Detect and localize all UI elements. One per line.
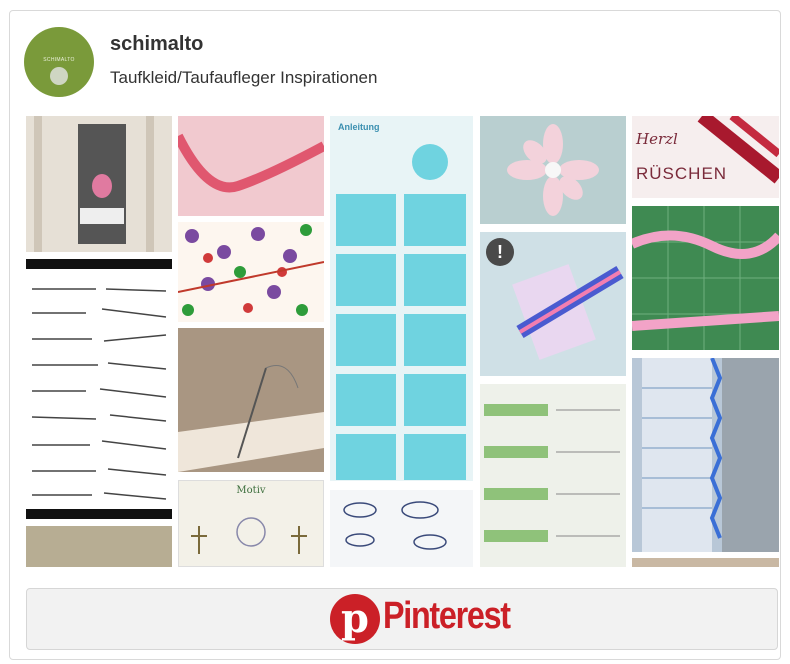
alert-icon[interactable]: ! — [486, 238, 514, 266]
pin-herzl-ruschen[interactable]: Herzl RÜSCHEN — [632, 116, 779, 198]
pin-baptism-pattern[interactable]: Motiv — [178, 480, 324, 567]
pin-green-lace[interactable] — [480, 384, 626, 567]
pin-bottom-edge[interactable] — [632, 558, 779, 567]
pin-polka-fabric[interactable] — [178, 222, 324, 322]
pin-rickrack-trim[interactable]: ! — [480, 232, 626, 376]
pin-polka-fabric-image — [178, 224, 324, 316]
pinterest-brand: Pinterest — [383, 595, 511, 637]
pinterest-follow-button[interactable]: p Pinterest — [26, 588, 778, 650]
pin-satin-flower-image — [507, 124, 599, 216]
pin-lace-needle-image — [178, 328, 324, 472]
pin-herzl-ruschen-image — [697, 116, 779, 184]
pin-pattern-sheet[interactable] — [26, 259, 172, 519]
pin-sewing-machine[interactable] — [632, 358, 779, 552]
avatar-text: SCHIMALTO — [43, 57, 75, 63]
pin-cutting-mat-image — [632, 206, 779, 350]
pin-baptism-pattern-image — [191, 517, 307, 554]
pattern-title: Motiv — [236, 485, 266, 496]
pinterest-logo-icon: p — [330, 594, 380, 644]
logo-letter: p — [341, 595, 369, 642]
pin-sewing-machine-image — [642, 358, 779, 552]
board-title[interactable]: Taufkleid/Taufaufleger Inspirationen — [110, 68, 377, 88]
pin-fish-pattern-image — [343, 501, 447, 550]
pin-fish-pattern[interactable] — [330, 490, 473, 567]
username[interactable]: schimalto — [110, 33, 203, 56]
pin-pink-ribbon-twist[interactable] — [178, 116, 324, 216]
pin-pattern-sheet-image — [31, 288, 167, 500]
pin-grid: Motiv Anleitung ! Herzl RÜSCHEN — [26, 116, 779, 567]
pin-green-lace-image — [484, 404, 620, 542]
pin-ribbon-flower-tutorial-image — [336, 144, 466, 480]
pin-candle-owl-image — [26, 116, 172, 252]
pin-candle-owl[interactable] — [26, 116, 172, 252]
pin-lace-needle[interactable] — [178, 328, 324, 472]
pin-ribbon-flower-tutorial[interactable]: Anleitung — [330, 116, 473, 481]
pin-satin-flower[interactable] — [480, 116, 626, 224]
pin-fabric-bottom[interactable] — [26, 526, 172, 567]
pin-cutting-mat[interactable] — [632, 206, 779, 350]
avatar-badge-icon — [50, 67, 68, 85]
profile-avatar[interactable]: SCHIMALTO — [24, 27, 94, 97]
pin-pink-ribbon-twist-image — [178, 133, 324, 193]
tutorial-header: Anleitung — [338, 122, 380, 132]
